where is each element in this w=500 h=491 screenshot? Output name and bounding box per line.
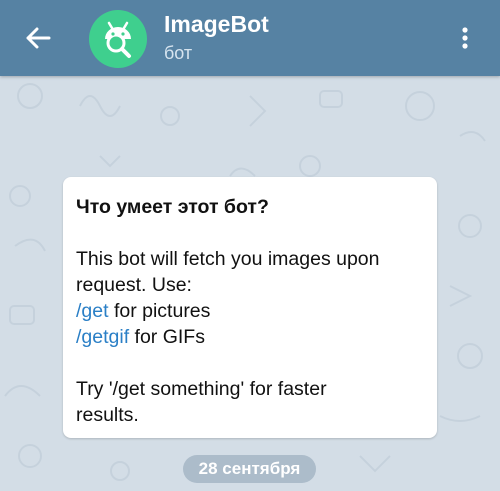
bot-info-heading: Что умеет этот бот?: [76, 196, 269, 218]
command-description: for GIFs: [129, 326, 205, 348]
command-link-get[interactable]: /get: [76, 300, 109, 322]
command-link-getgif[interactable]: /getgif: [76, 326, 129, 348]
android-search-logo-icon: [105, 21, 131, 58]
more-vertical-icon: [462, 27, 468, 49]
arrow-left-icon: [26, 27, 51, 49]
bot-tip-line: results.: [76, 404, 139, 426]
back-button[interactable]: [18, 22, 58, 54]
bot-description-line: request. Use:: [76, 274, 192, 296]
chat-subtitle: бот: [164, 43, 193, 63]
date-separator: 28 сентября: [183, 455, 316, 483]
more-options-button[interactable]: [450, 22, 480, 54]
bot-info-card: Что умеет этот бот? This bot will fetch …: [63, 177, 437, 438]
chat-header: ImageBot бот: [0, 0, 500, 76]
chat-title[interactable]: ImageBot: [164, 11, 269, 38]
bot-tip-line: Try '/get something' for faster: [76, 378, 327, 400]
command-description: for pictures: [108, 300, 211, 322]
command-line-get: /get for pictures: [76, 298, 425, 324]
bot-avatar[interactable]: [89, 10, 147, 68]
command-line-getgif: /getgif for GIFs: [76, 324, 425, 350]
bot-description-line: This bot will fetch you images upon: [76, 248, 380, 270]
